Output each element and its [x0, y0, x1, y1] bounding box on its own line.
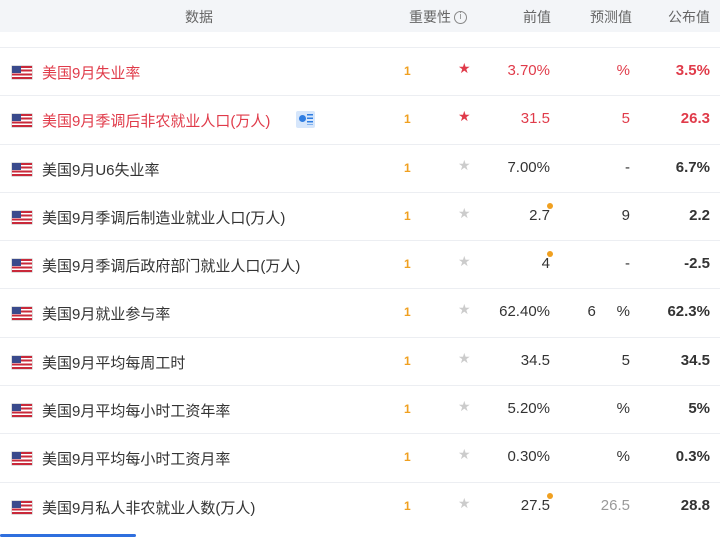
header-previous: 前值 — [523, 9, 551, 25]
info-icon[interactable]: i — [454, 10, 467, 24]
us-flag-icon — [12, 404, 32, 418]
table-body: 美国9月失业率 1 ★ 3.70% % 3.5% 美国9月季调后非农就业人口(万… — [0, 47, 720, 530]
forecast-value: - — [625, 158, 630, 176]
star-icon[interactable]: ★ — [458, 447, 471, 463]
previous-value: 0.30% — [507, 448, 550, 466]
table-row[interactable]: 美国9月失业率 1 ★ 3.70% % 3.5% — [0, 47, 720, 95]
table-row[interactable]: 美国9月平均每小时工资月率 1 ★ 0.30% % 0.3% — [0, 433, 720, 481]
release-time: 1 — [404, 402, 411, 417]
star-icon[interactable]: ★ — [458, 351, 471, 367]
header-actual: 公布值 — [668, 9, 710, 25]
forecast-value: 9 — [621, 206, 630, 224]
star-icon[interactable]: ★ — [458, 206, 471, 222]
table-row[interactable]: 美国9月季调后非农就业人口(万人) 1 ★ 31.5 5 26.3 — [0, 95, 720, 143]
star-icon[interactable]: ★ — [458, 254, 471, 270]
release-time: 1 — [404, 353, 411, 368]
indicator-name[interactable]: 美国9月季调后非农就业人口(万人) — [42, 110, 270, 131]
actual-value: 34.5 — [680, 351, 710, 369]
release-time: 1 — [404, 305, 411, 320]
table-header: 数据 重要性 i 前值 预测值 公布值 — [0, 0, 720, 32]
indicator-name[interactable]: 美国9月平均每小时工资月率 — [42, 448, 230, 469]
video-doc-icon[interactable] — [296, 111, 315, 129]
us-flag-icon — [12, 307, 32, 321]
actual-value: 62.3% — [667, 303, 710, 321]
indicator-name[interactable]: 美国9月就业参与率 — [42, 303, 170, 324]
us-flag-icon — [12, 114, 32, 128]
release-time: 1 — [404, 257, 411, 272]
forecast-value: - — [625, 255, 630, 273]
indicator-name[interactable]: 美国9月U6失业率 — [42, 159, 160, 180]
actual-value: 2.2 — [689, 206, 710, 224]
indicator-name[interactable]: 美国9月失业率 — [42, 62, 140, 83]
table-row[interactable]: 美国9月U6失业率 1 ★ 7.00% - 6.7% — [0, 143, 720, 192]
revised-dot-icon — [547, 202, 553, 209]
previous-value: 31.5 — [520, 110, 550, 128]
previous-value: 5.20% — [507, 400, 550, 418]
us-flag-icon — [12, 162, 32, 176]
header-forecast: 预测值 — [590, 9, 632, 25]
revised-dot-icon — [547, 492, 553, 499]
actual-value: 28.8 — [680, 496, 710, 514]
previous-value: 2.7 — [529, 206, 550, 224]
actual-value: 6.7% — [675, 158, 710, 176]
star-icon[interactable]: ★ — [458, 399, 471, 415]
table-row[interactable]: 美国9月平均每周工时 1 ★ 34.5 5 34.5 — [0, 336, 720, 385]
forecast-value: 26.5 — [600, 496, 630, 514]
release-time: 1 — [404, 498, 411, 513]
previous-value: 7.00% — [507, 158, 550, 176]
us-flag-icon — [12, 355, 32, 369]
previous-value: 34.5 — [520, 351, 550, 369]
star-icon[interactable]: ★ — [458, 496, 471, 512]
previous-value: 27.5 — [520, 496, 550, 514]
indicator-name[interactable]: 美国9月季调后制造业就业人口(万人) — [42, 207, 285, 228]
star-icon[interactable]: ★ — [458, 302, 471, 318]
header-importance[interactable]: 重要性 i — [409, 7, 467, 27]
table-row[interactable]: 美国9月季调后政府部门就业人口(万人) 1 ★ 4 - -2.5 — [0, 240, 720, 288]
forecast-value: 6 % — [587, 303, 630, 321]
release-time: 1 — [404, 112, 411, 127]
release-time: 1 — [404, 160, 411, 175]
star-icon[interactable]: ★ — [458, 109, 471, 125]
us-flag-icon — [12, 500, 32, 514]
actual-value: 3.5% — [675, 62, 710, 79]
previous-value: 4 — [541, 255, 550, 273]
star-icon[interactable]: ★ — [458, 158, 471, 174]
actual-value: 0.3% — [675, 448, 710, 466]
actual-value: -2.5 — [684, 255, 710, 273]
indicator-name[interactable]: 美国9月平均每周工时 — [42, 352, 185, 373]
indicator-name[interactable]: 美国9月平均每小时工资年率 — [42, 400, 230, 421]
star-icon[interactable]: ★ — [458, 61, 471, 77]
revised-dot-icon — [547, 251, 553, 258]
indicator-name[interactable]: 美国9月私人非农就业人数(万人) — [42, 497, 255, 518]
us-flag-icon — [12, 210, 32, 224]
us-flag-icon — [12, 452, 32, 466]
actual-value: 26.3 — [680, 110, 710, 128]
release-time: 1 — [404, 450, 411, 465]
header-data: 数据 — [185, 9, 213, 25]
release-time: 1 — [404, 64, 411, 78]
previous-value: 3.70% — [507, 62, 550, 79]
us-flag-icon — [12, 66, 32, 79]
table-row[interactable]: 美国9月季调后制造业就业人口(万人) 1 ★ 2.7 9 2.2 — [0, 191, 720, 240]
forecast-value: % — [616, 448, 630, 466]
release-time: 1 — [404, 208, 411, 223]
indicator-name[interactable]: 美国9月季调后政府部门就业人口(万人) — [42, 255, 300, 276]
forecast-value: 5 — [621, 110, 630, 128]
header-importance-label: 重要性 — [409, 9, 451, 25]
table-row[interactable]: 美国9月就业参与率 1 ★ 62.40% 6 % 62.3% — [0, 288, 720, 336]
actual-value: 5% — [688, 400, 710, 418]
table-row[interactable]: 美国9月平均每小时工资年率 1 ★ 5.20% % 5% — [0, 385, 720, 433]
us-flag-icon — [12, 259, 32, 273]
economic-calendar-table: 数据 重要性 i 前值 预测值 公布值 美国9月失业率 1 ★ 3.70% % … — [0, 0, 720, 537]
forecast-value: % — [616, 400, 630, 418]
previous-value: 62.40% — [499, 303, 550, 321]
table-row[interactable]: 美国9月私人非农就业人数(万人) 1 ★ 27.5 26.5 28.8 — [0, 481, 720, 530]
forecast-value: 5 — [621, 351, 630, 369]
forecast-value: % — [616, 62, 630, 79]
